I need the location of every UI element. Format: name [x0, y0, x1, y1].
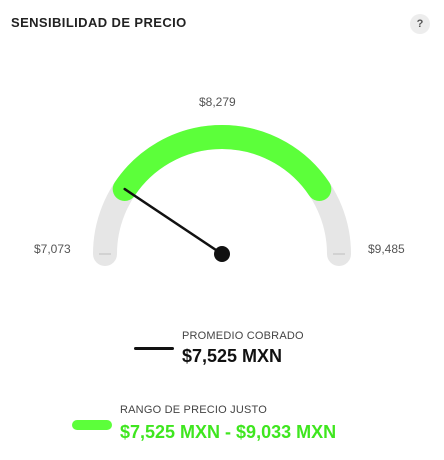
- average-legend-value: $7,525 MXN: [182, 346, 283, 366]
- gauge-min-label: $7,073: [34, 242, 71, 256]
- gauge-fair-range-arc: [112, 125, 332, 202]
- fair-range-legend-label: RANGO DE PRECIO JUSTO: [120, 404, 268, 416]
- price-sensitivity-card: SENSIBILIDAD DE PRECIO ? $8,279 $7,073 $…: [0, 0, 444, 460]
- gauge-mid-label: $8,279: [199, 95, 236, 109]
- gauge-needle: [123, 187, 224, 256]
- fair-range-legend-value: $7,525 MXN - $9,033 MXN: [120, 422, 337, 442]
- gauge-max-label: $9,485: [368, 242, 405, 256]
- gauge-needle-hub: [214, 246, 230, 262]
- fair-range-legend-swatch: [72, 420, 112, 430]
- average-legend-label: PROMEDIO COBRADO: [182, 330, 304, 342]
- average-legend-swatch: [134, 347, 174, 350]
